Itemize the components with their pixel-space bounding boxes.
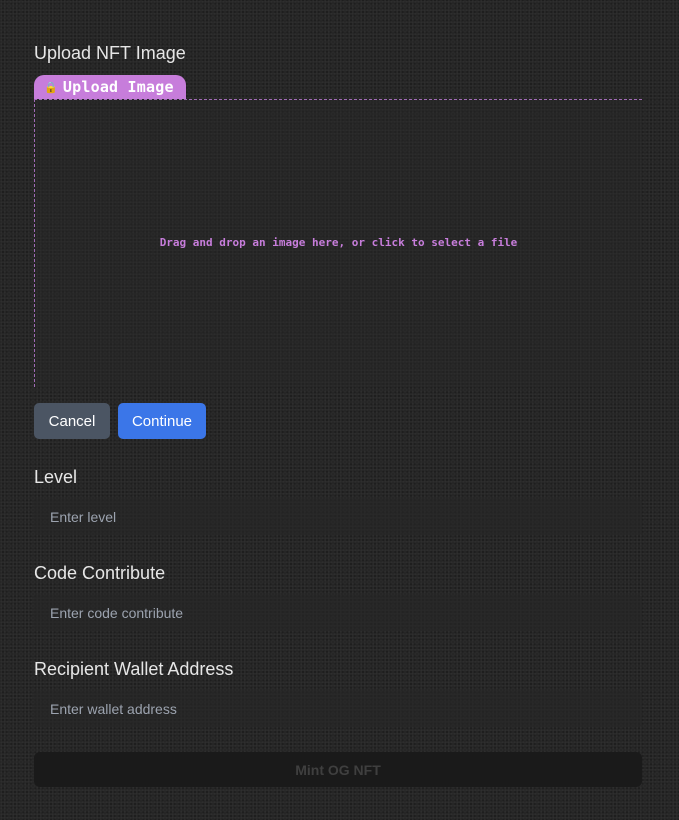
code-contribute-label: Code Contribute	[34, 563, 166, 583]
dropzone-text: Drag and drop an image here, or click to…	[159, 236, 518, 249]
lock-icon: 🔒	[44, 80, 58, 94]
image-dropzone[interactable]: Drag and drop an image here, or click to…	[34, 99, 642, 387]
cancel-button[interactable]: Cancel	[34, 403, 110, 439]
level-input[interactable]	[34, 499, 642, 535]
level-label: Level	[34, 467, 78, 487]
continue-button[interactable]: Continue	[118, 403, 206, 439]
upload-heading: Upload NFT Image	[34, 43, 186, 63]
code-contribute-input[interactable]	[34, 595, 642, 631]
upload-image-tab[interactable]: 🔒 Upload Image	[34, 75, 186, 99]
wallet-address-label: Recipient Wallet Address	[34, 659, 234, 679]
mint-og-nft-button[interactable]: Mint OG NFT	[34, 752, 642, 787]
upload-image-tab-label: Upload Image	[62, 78, 174, 96]
wallet-address-input[interactable]	[34, 691, 642, 727]
